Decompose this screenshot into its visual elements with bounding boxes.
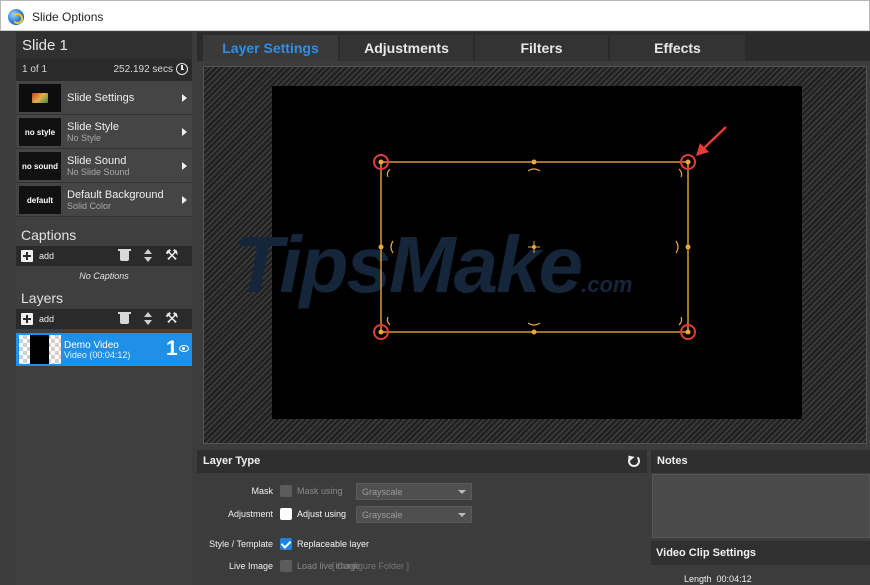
clip-length-value: 00:04:12 [716,574,752,584]
clip-length: Length 00:04:12 [684,574,752,584]
chevron-right-icon [182,128,187,136]
slide-style-option[interactable]: no style Slide Style No Style [16,115,192,149]
layer-sub: Video (00:04:12) [64,350,131,360]
slide-sound-option[interactable]: no sound Slide Sound No Slide Sound [16,149,192,183]
layer-thumbnail [19,335,61,364]
reorder-icon[interactable] [144,249,152,263]
option-name: Slide Style [67,121,119,133]
adjustment-select[interactable]: Grayscale [356,506,472,523]
mask-checkbox[interactable] [280,485,292,497]
option-sub: No Style [67,133,102,143]
option-name: Slide Sound [67,155,127,167]
live-image-row: Live Image Load live image [ Configure F… [197,557,647,577]
option-sub: No Slide Sound [67,167,130,177]
right-handle [685,244,691,250]
tools-icon[interactable]: ⚒ [165,247,178,265]
captions-heading: Captions [16,223,192,246]
clock-icon[interactable] [176,63,188,75]
slide-settings-option[interactable]: Slide Settings [16,81,192,115]
add-layer-label[interactable]: add [39,314,54,324]
mask-check-text: Mask using [297,486,343,496]
tab-filters[interactable]: Filters [475,35,608,61]
chevron-right-icon [182,196,187,204]
captions-toolbar: add ⚒ [16,246,192,266]
live-image-label: Live Image [228,561,273,571]
configure-folder-link[interactable]: [ Configure Folder ] [332,561,409,571]
background-thumbnail: default [19,186,61,214]
adjustment-check-text: Adjust using [297,509,347,519]
tab-bar: Layer Settings Adjustments Filters Effec… [197,32,870,61]
layer-number: 1 [166,337,178,360]
app-logo-icon [8,9,24,25]
add-caption-icon[interactable] [21,250,33,262]
slide-count: 1 of 1 [22,64,48,75]
layer-item-demo-video[interactable]: Demo Video Video (00:04:12) 1 [16,333,192,366]
default-background-option[interactable]: default Default Background Solid Color [16,183,192,217]
window-title: Slide Options [32,10,104,24]
red-pointer-arrow-icon [696,126,727,156]
left-panel: Slide 1 1 of 1 252.192 secs Slide Settin… [16,32,192,585]
style-thumbnail: no style [19,118,61,146]
left-handle [378,244,384,250]
layer-type-panel: Mask Mask using Grayscale Adjustment Adj… [197,473,647,585]
visibility-eye-icon[interactable] [179,345,189,352]
tab-adjustments[interactable]: Adjustments [340,35,473,61]
video-clip-settings-panel: Length 00:04:12 [651,565,870,585]
option-sub: Solid Color [67,201,112,211]
tab-layer-settings[interactable]: Layer Settings [203,35,338,61]
clip-length-label: Length [684,574,712,584]
sound-thumbnail: no sound [19,152,61,180]
tools-icon[interactable]: ⚒ [165,310,178,328]
mask-row: Mask Mask using Grayscale [197,482,647,502]
top-handle [531,159,537,165]
slide-info-bar: 1 of 1 252.192 secs [16,59,192,81]
preview-stage: TipsMake.com [203,66,867,444]
slide-duration: 252.192 secs [113,64,174,75]
adjustment-row: Adjustment Adjust using Grayscale [197,505,647,525]
live-image-checkbox[interactable] [280,560,292,572]
adjustment-label: Adjustment [227,509,273,519]
layer-type-header: Layer Type [197,450,647,473]
layers-toolbar: add ⚒ [16,309,192,329]
reorder-icon[interactable] [144,312,152,326]
reset-icon[interactable] [628,455,640,467]
style-template-label: Style / Template [209,539,273,549]
title-bar: Slide Options [0,0,870,31]
chevron-right-icon [182,94,187,102]
trash-icon[interactable] [118,249,131,261]
replaceable-layer-checkbox[interactable] [280,538,292,550]
add-caption-label[interactable]: add [39,251,54,261]
trash-icon[interactable] [118,312,131,324]
slide-title: Slide 1 [16,32,192,59]
chevron-right-icon [182,162,187,170]
layer-bounding-box[interactable] [204,67,868,445]
add-layer-icon[interactable] [21,313,33,325]
mask-select[interactable]: Grayscale [356,483,472,500]
notes-textarea[interactable] [652,474,870,538]
adjustment-checkbox[interactable] [280,508,292,520]
no-captions-text: No Captions [79,271,129,281]
tab-effects[interactable]: Effects [610,35,745,61]
slide-thumbnail [19,84,61,112]
style-template-row: Style / Template Replaceable layer [197,535,647,555]
video-clip-settings-header: Video Clip Settings [651,541,870,565]
center-crosshair-icon [528,241,540,253]
mask-label: Mask [251,486,273,496]
notes-header: Notes [651,450,870,473]
option-name: Slide Settings [67,92,135,104]
replaceable-layer-text: Replaceable layer [297,539,370,549]
option-name: Default Background [67,189,164,201]
layers-heading: Layers [16,286,192,309]
slide-options-window: Slide Options Slide 1 1 of 1 252.192 sec… [0,0,870,585]
layer-type-title: Layer Type [203,455,261,467]
bottom-handle [531,329,537,335]
